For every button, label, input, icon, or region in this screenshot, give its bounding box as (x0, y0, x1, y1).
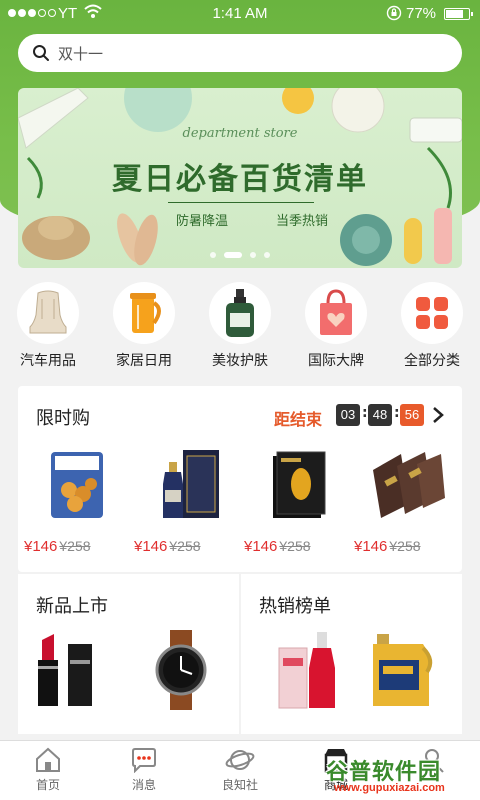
original-price: ¥258 (169, 538, 201, 554)
message-icon (132, 748, 156, 773)
banner-divider (168, 202, 314, 203)
category-label: 美妆护肤 (212, 353, 268, 369)
flash-sale-title: 限时购 (36, 408, 90, 429)
battery-icon (444, 8, 473, 20)
motor-oil-icon (373, 634, 433, 706)
original-price: ¥258 (389, 538, 421, 554)
sale-price: ¥146 (134, 538, 168, 555)
category-car-supplies[interactable]: 汽车用品 (0, 282, 96, 376)
grid-icon (401, 282, 463, 344)
product-card[interactable]: ¥146 ¥258 (132, 444, 242, 555)
pagination-dot[interactable] (224, 252, 242, 258)
category-label: 汽车用品 (20, 353, 76, 369)
search-placeholder: 双十一 (58, 44, 104, 63)
new-arrivals-panel[interactable]: 新品上市 (18, 574, 239, 734)
tab-home[interactable]: 首页 (0, 741, 96, 800)
tab-label: 首页 (35, 778, 60, 792)
banner-pagination[interactable] (18, 252, 462, 258)
countdown-separator: : (394, 405, 400, 421)
chocolate-box-icon (373, 452, 445, 518)
category-label: 国际大牌 (308, 353, 364, 369)
product-card[interactable]: ¥146 ¥258 (242, 444, 352, 555)
pagination-dot[interactable] (210, 252, 216, 258)
face-mask-box-icon (273, 451, 326, 518)
promo-banner[interactable]: department store 夏日必备百货清单 防暑降温 当季热销 (18, 88, 462, 268)
kettle-icon (113, 282, 175, 344)
countdown-separator: : (362, 405, 368, 421)
banner-headline: 夏日必备百货清单 (112, 162, 368, 197)
best-sellers-panel[interactable]: 热销榜单 (241, 574, 462, 734)
lipstick-icon (38, 634, 92, 706)
pagination-dot[interactable] (250, 252, 256, 258)
countdown-seconds: 56 (400, 404, 424, 426)
product-card[interactable]: ¥146 ¥258 (352, 444, 462, 555)
category-international-brands[interactable]: 国际大牌 (288, 282, 384, 376)
pagination-dot[interactable] (264, 252, 270, 258)
serum-bottle-icon (278, 632, 335, 709)
tab-label: 良知社 (221, 778, 258, 792)
category-all[interactable]: 全部分类 (384, 282, 480, 376)
rotation-lock-icon (386, 5, 402, 21)
category-beauty-skincare[interactable]: 美妆护肤 (192, 282, 288, 376)
countdown-label: 距结束 (274, 410, 323, 429)
new-arrivals-title: 新品上市 (36, 596, 108, 617)
banner-script-text: department store (182, 126, 298, 141)
category-label: 家居日用 (116, 353, 172, 369)
tab-community[interactable]: 良知社 (192, 741, 288, 800)
best-sellers-title: 热销榜单 (259, 596, 331, 617)
shopping-bag-icon (305, 282, 367, 344)
watermark: 谷普软件园 www.gupuxiazai.com (320, 752, 480, 800)
status-bar: YT 1:41 AM 77% (0, 0, 480, 28)
flash-sale-section: 限时购 距结束 03 : 48 : 56 ¥146 ¥258 ¥146 ¥258 ¥… (18, 386, 462, 572)
wristwatch-icon (155, 630, 207, 710)
chevron-right-icon[interactable] (431, 406, 445, 424)
countdown-minutes: 48 (368, 404, 392, 426)
banner-tag-right: 当季热销 (276, 214, 329, 229)
original-price: ¥258 (59, 538, 91, 554)
sale-price: ¥146 (244, 538, 278, 555)
sale-price: ¥146 (24, 538, 58, 555)
banner-tag-left: 防暑降温 (176, 214, 229, 229)
snack-package-icon (51, 452, 103, 518)
category-home-goods[interactable]: 家居日用 (96, 282, 192, 376)
planet-icon (225, 750, 255, 770)
tab-messages[interactable]: 消息 (96, 741, 192, 800)
category-row: 汽车用品 家居日用 美妆护肤 国际大牌 全部分类 (0, 282, 480, 376)
search-bar[interactable]: 双十一 (18, 34, 462, 72)
battery-percent: 77% (406, 5, 437, 22)
watermark-url: www.gupuxiazai.com (334, 782, 445, 794)
battery-level-fill (446, 10, 463, 18)
tab-label: 消息 (131, 778, 156, 792)
car-seat-icon (17, 282, 79, 344)
product-card[interactable]: ¥146 ¥258 (22, 444, 132, 555)
sale-price: ¥146 (354, 538, 388, 555)
home-icon (36, 747, 60, 772)
cosmetics-bottle-icon (209, 282, 271, 344)
original-price: ¥258 (279, 538, 311, 554)
category-label: 全部分类 (404, 353, 460, 369)
liquor-bottle-icon (163, 450, 219, 518)
search-icon (33, 45, 49, 61)
countdown-hours: 03 (336, 404, 360, 426)
